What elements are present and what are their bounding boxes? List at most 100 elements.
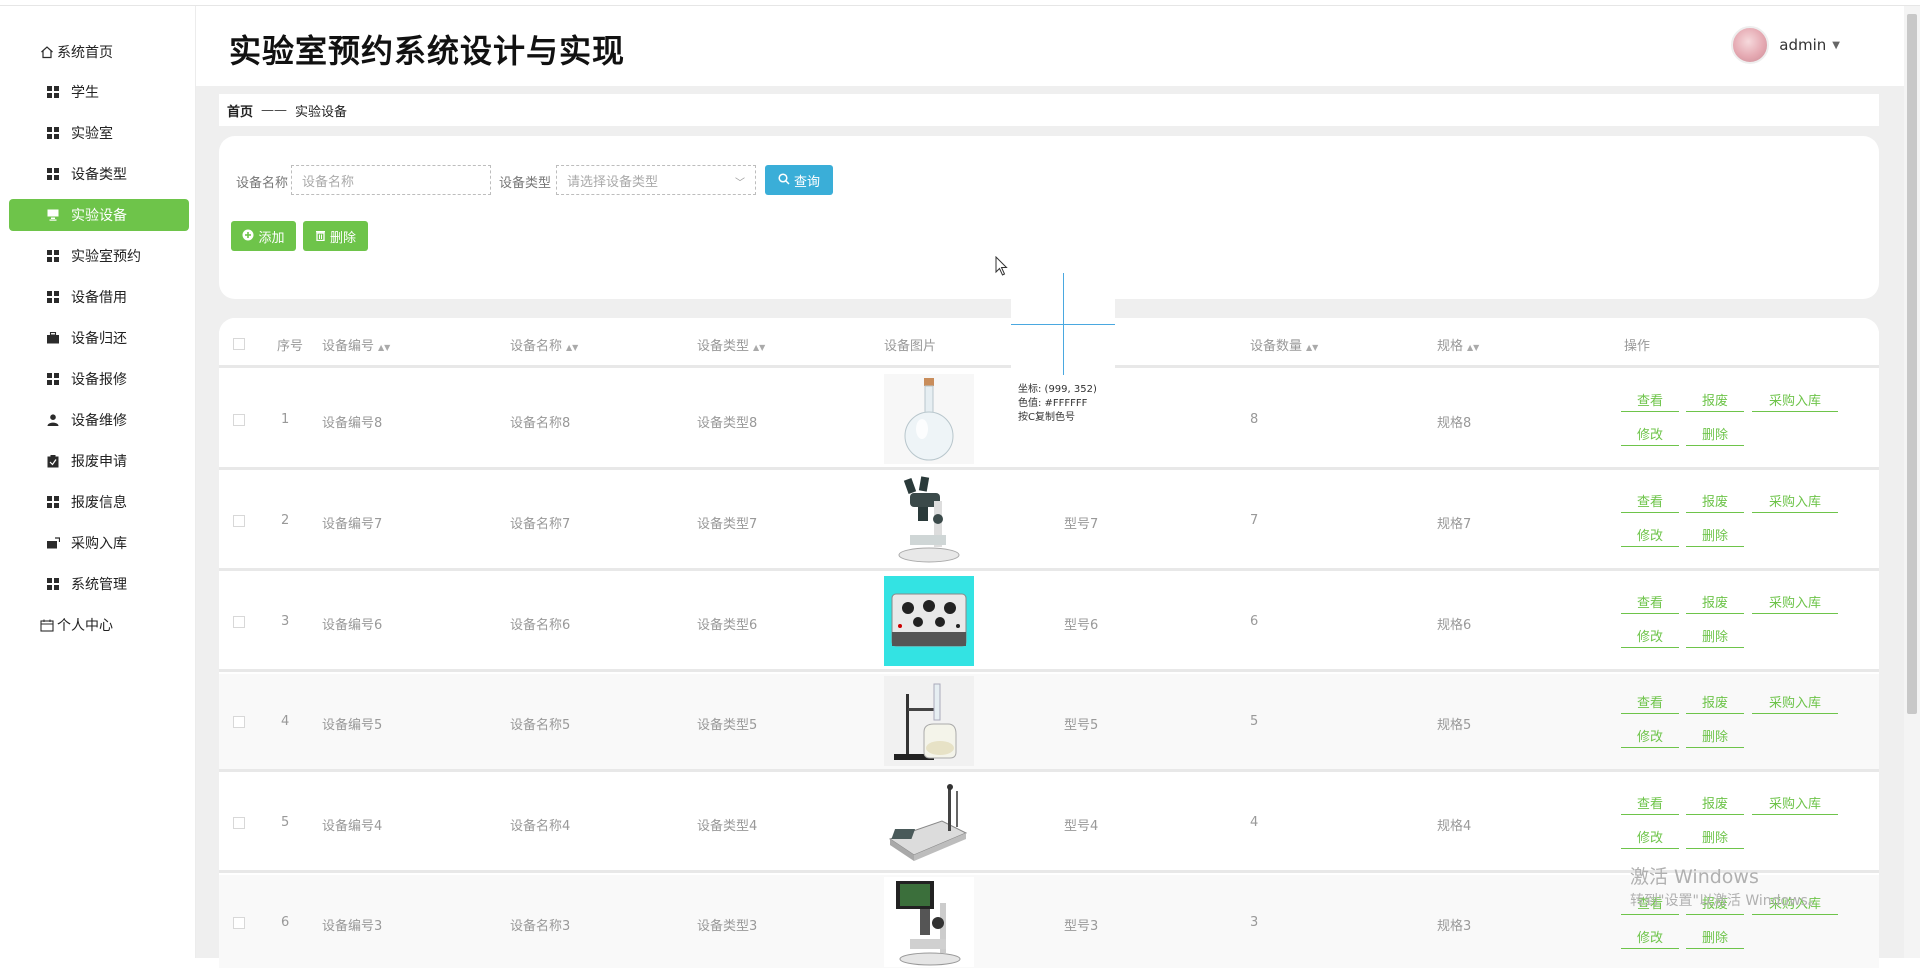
row-quantity: 6 xyxy=(1250,614,1259,629)
sidebar-item-6[interactable]: 设备借用 xyxy=(9,281,189,313)
sidebar-item-11[interactable]: 报废信息 xyxy=(9,486,189,518)
device-image[interactable] xyxy=(884,475,974,565)
col-type-label: 设备类型 xyxy=(697,339,750,354)
sidebar-item-4[interactable]: 实验设备 xyxy=(9,199,189,231)
view-button[interactable]: 查看 xyxy=(1621,489,1679,513)
edit-button[interactable]: 修改 xyxy=(1621,825,1679,849)
scrollbar-thumb[interactable] xyxy=(1907,14,1917,714)
sidebar-item-label: 个人中心 xyxy=(57,618,113,634)
row-delete-button[interactable]: 删除 xyxy=(1686,825,1744,849)
edit-button[interactable]: 修改 xyxy=(1621,422,1679,446)
row-checkbox[interactable] xyxy=(233,616,245,628)
device-type-select[interactable]: 请选择设备类型 ﹀ xyxy=(556,165,756,195)
col-type[interactable]: 设备类型 ▲▼ xyxy=(697,335,765,354)
view-button[interactable]: 查看 xyxy=(1621,791,1679,815)
edit-button[interactable]: 修改 xyxy=(1621,523,1679,547)
sidebar-item-2[interactable]: 实验室 xyxy=(9,117,189,149)
sidebar-item-8[interactable]: 设备报修 xyxy=(9,363,189,395)
device-image[interactable] xyxy=(884,676,974,766)
add-button[interactable]: 添加 xyxy=(231,221,296,251)
sidebar-item-3[interactable]: 设备类型 xyxy=(9,158,189,190)
edit-button[interactable]: 修改 xyxy=(1621,925,1679,949)
query-button[interactable]: 查询 xyxy=(765,165,833,195)
view-button[interactable]: 查看 xyxy=(1621,590,1679,614)
picker-color: 色值: #FFFFFF xyxy=(1018,398,1088,409)
row-type: 设备类型5 xyxy=(697,718,758,733)
row-spec: 规格6 xyxy=(1437,618,1472,633)
user-menu[interactable]: admin ▼ xyxy=(1731,26,1840,64)
row-quantity: 7 xyxy=(1250,513,1259,528)
username[interactable]: admin xyxy=(1779,36,1826,54)
sidebar-item-12[interactable]: 采购入库 xyxy=(9,527,189,559)
view-button[interactable]: 查看 xyxy=(1621,690,1679,714)
row-type: 设备类型3 xyxy=(697,919,758,934)
device-image[interactable] xyxy=(884,576,974,666)
row-delete-button[interactable]: 删除 xyxy=(1686,523,1744,547)
purchase-button[interactable]: 采购入库 xyxy=(1752,690,1838,714)
scrap-button[interactable]: 报废 xyxy=(1686,690,1744,714)
row-checkbox[interactable] xyxy=(233,716,245,728)
row-checkbox[interactable] xyxy=(233,817,245,829)
col-image: 设备图片 xyxy=(884,339,937,354)
row-checkbox[interactable] xyxy=(233,414,245,426)
row-checkbox[interactable] xyxy=(233,515,245,527)
scrap-button[interactable]: 报废 xyxy=(1686,590,1744,614)
device-image[interactable] xyxy=(884,877,974,967)
row-index: 2 xyxy=(281,513,290,528)
device-name-input[interactable]: 设备名称 xyxy=(291,165,491,195)
col-quantity[interactable]: 设备数量 ▲▼ xyxy=(1250,335,1318,354)
purchase-button[interactable]: 采购入库 xyxy=(1752,489,1838,513)
delete-button[interactable]: 删除 xyxy=(303,221,368,251)
breadcrumb-separator: —— xyxy=(261,102,288,118)
calendar-icon xyxy=(39,617,55,633)
row-delete-button[interactable]: 删除 xyxy=(1686,624,1744,648)
sidebar-item-5[interactable]: 实验室预约 xyxy=(9,240,189,272)
col-code[interactable]: 设备编号 ▲▼ xyxy=(322,335,390,354)
device-image[interactable] xyxy=(884,374,974,464)
delete-button-label: 删除 xyxy=(329,230,356,246)
sidebar-item-0[interactable]: 系统首页 xyxy=(9,36,189,68)
select-all-checkbox[interactable] xyxy=(233,338,245,350)
sidebar-item-1[interactable]: 学生 xyxy=(9,76,189,108)
breadcrumb: 首页 —— 实验设备 xyxy=(219,94,1879,126)
edit-button[interactable]: 修改 xyxy=(1621,724,1679,748)
grid-icon xyxy=(45,494,61,510)
scrap-button[interactable]: 报废 xyxy=(1686,489,1744,513)
row-delete-button[interactable]: 删除 xyxy=(1686,925,1744,949)
row-type: 设备类型7 xyxy=(697,517,758,532)
view-button[interactable]: 查看 xyxy=(1621,388,1679,412)
query-button-label: 查询 xyxy=(793,174,820,190)
device-image[interactable] xyxy=(884,777,974,867)
sort-icon[interactable]: ▲▼ xyxy=(1467,343,1479,352)
scrap-button[interactable]: 报废 xyxy=(1686,791,1744,815)
sidebar-item-7[interactable]: 设备归还 xyxy=(9,322,189,354)
scrap-button[interactable]: 报废 xyxy=(1686,388,1744,412)
chevron-down-icon[interactable]: ▼ xyxy=(1832,40,1840,51)
sidebar-item-label: 设备借用 xyxy=(71,290,127,306)
sidebar-item-13[interactable]: 系统管理 xyxy=(9,568,189,600)
row-delete-button[interactable]: 删除 xyxy=(1686,724,1744,748)
sort-icon[interactable]: ▲▼ xyxy=(566,343,578,352)
header: 实验室预约系统设计与实现 admin ▼ xyxy=(196,6,1920,86)
color-picker-crosshair xyxy=(1011,273,1115,375)
edit-button[interactable]: 修改 xyxy=(1621,624,1679,648)
sidebar-item-10[interactable]: 报废申请 xyxy=(9,445,189,477)
breadcrumb-home[interactable]: 首页 xyxy=(227,101,253,120)
sort-icon[interactable]: ▲▼ xyxy=(1306,343,1318,352)
sidebar-item-14[interactable]: 个人中心 xyxy=(9,609,189,641)
col-name[interactable]: 设备名称 ▲▼ xyxy=(510,335,578,354)
avatar[interactable] xyxy=(1731,26,1770,64)
purchase-button[interactable]: 采购入库 xyxy=(1752,791,1838,815)
row-delete-button[interactable]: 删除 xyxy=(1686,422,1744,446)
page-scrollbar[interactable] xyxy=(1904,6,1920,958)
col-spec[interactable]: 规格 ▲▼ xyxy=(1437,335,1479,354)
row-checkbox[interactable] xyxy=(233,917,245,929)
row-quantity: 3 xyxy=(1250,915,1259,930)
purchase-button[interactable]: 采购入库 xyxy=(1752,590,1838,614)
device-type-placeholder: 请选择设备类型 xyxy=(567,174,659,190)
chevron-down-icon: ﹀ xyxy=(735,178,745,189)
sidebar-item-9[interactable]: 设备维修 xyxy=(9,404,189,436)
sort-icon[interactable]: ▲▼ xyxy=(753,343,765,352)
purchase-button[interactable]: 采购入库 xyxy=(1752,388,1838,412)
sort-icon[interactable]: ▲▼ xyxy=(378,343,390,352)
